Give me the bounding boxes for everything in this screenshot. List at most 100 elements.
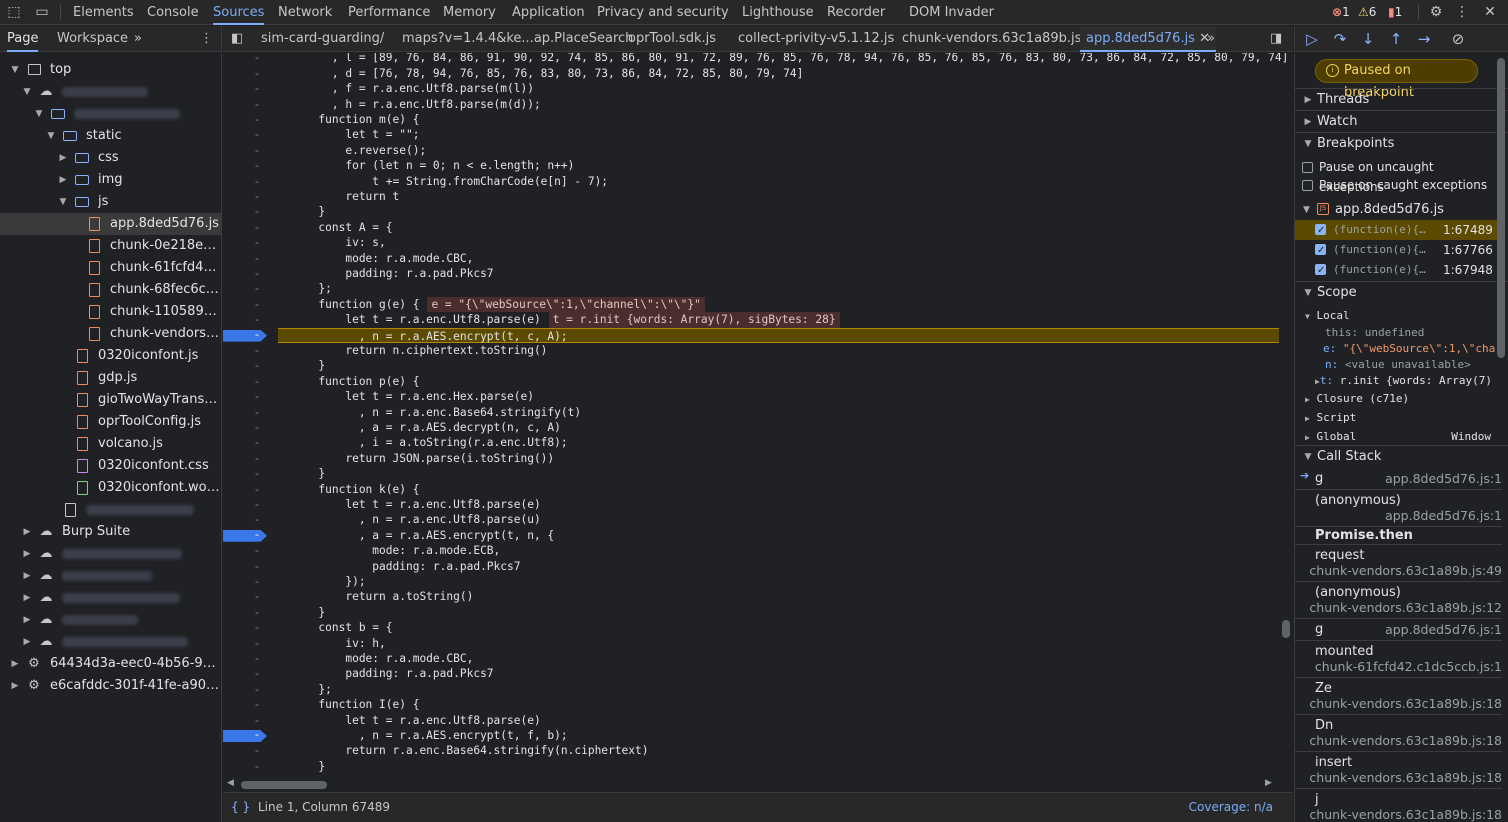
inspect-element-icon[interactable]: ⬚ [4, 3, 24, 22]
editor-tab[interactable]: chunk-vendors.63c1a89b.js [902, 26, 1081, 52]
code-line[interactable]: return n.ciphertext.toString() [278, 343, 547, 358]
pause-uncaught-checkbox-row[interactable]: Pause on uncaught exceptions [1295, 157, 1502, 194]
collapse-triangle-icon[interactable]: ▶ [22, 565, 32, 587]
tree-item-js-file[interactable]: chunk-vendors.6... [0, 323, 221, 345]
collapse-triangle-icon[interactable]: ▶ [22, 543, 32, 565]
section-watch[interactable]: ▶ Watch [1295, 110, 1508, 132]
gutter-line[interactable]: - [223, 651, 278, 666]
tab-performance[interactable]: Performance [348, 0, 430, 25]
tab-elements[interactable]: Elements [73, 0, 134, 25]
code-line[interactable]: , d = [76, 78, 94, 76, 85, 76, 83, 80, 7… [278, 66, 804, 81]
code-line[interactable]: , a = r.a.AES.encrypt(t, n, { [278, 528, 554, 543]
tab-console[interactable]: Console [147, 0, 199, 25]
code-line[interactable]: padding: r.a.pad.Pkcs7 [278, 666, 493, 681]
scrollbar-thumb[interactable] [1497, 58, 1505, 358]
code-line[interactable]: function p(e) { [278, 374, 419, 389]
scope-var-t[interactable]: ▶t: r.init {words: Array(7) [1315, 373, 1492, 389]
gutter-line[interactable]: - [223, 189, 278, 204]
code-line[interactable]: let t = r.a.enc.Hex.parse(e) [278, 389, 534, 404]
tab-application[interactable]: Application [512, 0, 585, 25]
code-line[interactable]: t += String.fromCharCode(e[n] - 7); [278, 174, 608, 189]
gutter-line[interactable]: - [223, 512, 278, 527]
collapse-triangle-icon[interactable]: ▶ [10, 653, 20, 675]
gutter-line[interactable]: - [223, 312, 278, 327]
tree-item-file[interactable]: volcano.js [0, 433, 221, 455]
gutter-line[interactable]: - [223, 420, 278, 435]
code-line[interactable]: , n = r.a.AES.encrypt(t, f, b); [278, 728, 568, 743]
scope-script[interactable]: ▶ Script [1305, 410, 1356, 426]
collapse-triangle-icon[interactable]: ▶ [22, 587, 32, 609]
pause-caught-checkbox[interactable] [1302, 180, 1313, 191]
call-frame[interactable]: (anonymous) app.8ded5d76.js:1 [1295, 490, 1502, 527]
code-line[interactable]: mode: r.a.mode.CBC, [278, 651, 473, 666]
tree-item-css[interactable]: ▶ css [0, 147, 221, 169]
breakpoint-item[interactable]: (function(e){… 1:67489 [1295, 220, 1502, 241]
editor-tab[interactable]: maps?v=1.4.4&ke...ap.PlaceSearch [402, 26, 633, 52]
tree-item-img[interactable]: ▶ img [0, 169, 221, 191]
gutter-line[interactable]: - [223, 497, 278, 512]
tree-item-file[interactable]: oprToolConfig.js [0, 411, 221, 433]
gutter-line[interactable]: - [223, 435, 278, 450]
editor-tab[interactable]: oprTool.sdk.js [628, 26, 716, 52]
tree-item-file[interactable]: gdp.js [0, 367, 221, 389]
code-line[interactable]: }; [278, 682, 331, 697]
paused-code-line[interactable]: , n = r.a.AES.encrypt(t, c, A); [278, 327, 1279, 343]
tree-item-js[interactable]: ▼ js [0, 191, 221, 213]
code-line[interactable]: } [278, 466, 325, 481]
collapse-triangle-icon[interactable]: ▶ [58, 169, 68, 191]
gutter-line[interactable]: - [223, 759, 278, 774]
scroll-right-icon[interactable]: ▶ [1265, 778, 1272, 788]
call-frame[interactable]: Dn chunk-vendors.63c1a89b.js:18 [1295, 715, 1502, 752]
gutter-line[interactable]: - [223, 743, 278, 758]
step-out-icon[interactable]: ↑ [1385, 29, 1407, 49]
code-line[interactable]: padding: r.a.pad.Pkcs7 [278, 559, 520, 574]
tab-memory[interactable]: Memory [443, 0, 496, 25]
tab-lighthouse[interactable]: Lighthouse [742, 0, 814, 25]
code-line[interactable]: }; [278, 281, 331, 296]
gutter-line[interactable]: - [223, 728, 278, 743]
breakpoint-marker[interactable]: - [223, 730, 267, 742]
step-into-icon[interactable]: ↓ [1357, 29, 1379, 49]
scope-closure[interactable]: ▶ Closure (c71e) [1305, 391, 1409, 407]
tree-item-static[interactable]: ▼ static [0, 125, 221, 147]
gutter-line[interactable]: - [223, 158, 278, 173]
tab-workspace[interactable]: Workspace [57, 26, 128, 52]
gutter-line[interactable]: - [223, 266, 278, 281]
step-icon[interactable]: → [1413, 29, 1435, 49]
call-frame[interactable]: ➔ g app.8ded5d76.js:1 [1295, 468, 1502, 490]
code-line[interactable]: padding: r.a.pad.Pkcs7 [278, 266, 493, 281]
collapse-triangle-icon[interactable]: ▶ [22, 609, 32, 631]
gutter-line[interactable]: - [223, 682, 278, 697]
breakpoint-checkbox[interactable] [1315, 221, 1326, 241]
tree-item-folder[interactable]: ▼ [0, 103, 221, 125]
code-line[interactable]: , h = r.a.enc.Utf8.parse(m(d)); [278, 97, 541, 112]
gutter-line[interactable]: - [223, 589, 278, 604]
errors-badge[interactable]: ⊗1 [1332, 4, 1350, 20]
gutter-line[interactable]: - [223, 220, 278, 235]
tree-item-js-file[interactable]: app.8ded5d76.js [0, 213, 221, 235]
tree-item-js-file[interactable]: chunk-1105895d... [0, 301, 221, 323]
tree-item-burp[interactable]: ▶ ☁ Burp Suite [0, 521, 221, 543]
gutter-line[interactable]: - [223, 97, 278, 112]
code-line[interactable]: mode: r.a.mode.CBC, [278, 251, 473, 266]
gutter-line[interactable]: - [223, 66, 278, 81]
collapse-triangle-icon[interactable]: ▶ [22, 631, 32, 653]
code-line[interactable]: let t = r.a.enc.Utf8.parse(e) t = r.init … [278, 312, 840, 328]
code-line[interactable]: iv: h, [278, 636, 385, 651]
settings-gear-icon[interactable]: ⚙ [1426, 3, 1446, 22]
code-line[interactable]: function I(e) { [278, 697, 419, 712]
tree-item-origin[interactable]: ▶ ☁ [0, 543, 221, 565]
call-frame[interactable]: request chunk-vendors.63c1a89b.js:49 [1295, 545, 1502, 582]
call-frame[interactable]: j chunk-vendors.63c1a89b.js:18 [1295, 789, 1502, 822]
code-line[interactable]: , n = r.a.enc.Utf8.parse(u) [278, 512, 541, 527]
tree-item-origin[interactable]: ▼ ☁ [0, 81, 221, 103]
code-line[interactable]: , l = [89, 76, 84, 86, 91, 90, 92, 74, 8… [278, 53, 1288, 66]
editor-tab[interactable]: collect-privity-v5.1.12.js [738, 26, 894, 52]
resume-icon[interactable]: ▷ [1301, 29, 1323, 49]
section-breakpoints[interactable]: ▼ Breakpoints [1295, 132, 1508, 154]
gutter-line[interactable]: - [223, 666, 278, 681]
code-line[interactable]: let t = r.a.enc.Utf8.parse(e) [278, 713, 540, 728]
tree-item-js-file[interactable]: chunk-68fec6cc.... [0, 279, 221, 301]
tree-item-file[interactable] [0, 499, 221, 521]
gutter-line[interactable]: - [223, 620, 278, 635]
